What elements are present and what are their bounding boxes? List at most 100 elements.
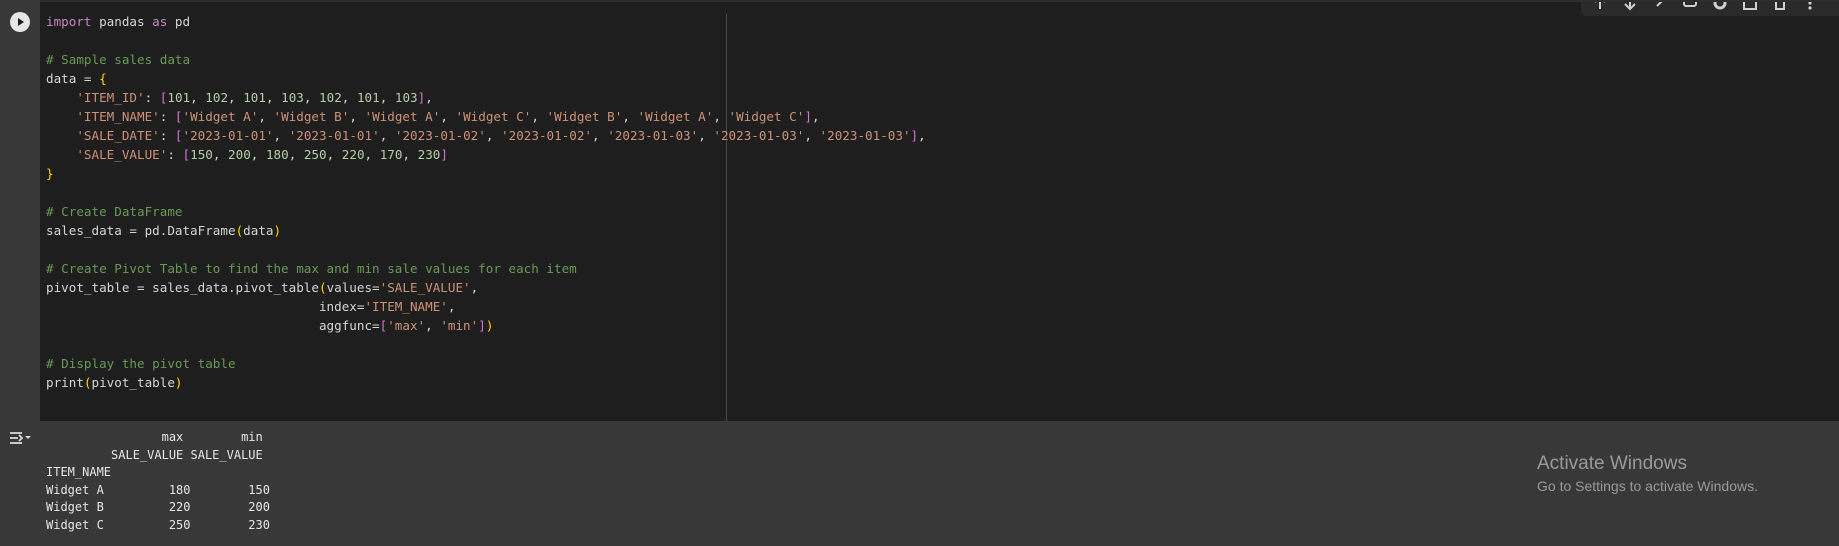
code-line: pivot_table = sales_data.pivot_table(val… <box>46 278 926 297</box>
code-token: , <box>379 90 395 105</box>
code-token: [ <box>174 128 183 143</box>
run-cell-button[interactable] <box>10 12 30 32</box>
code-token: , <box>440 109 456 124</box>
mirror-cell-icon[interactable] <box>1741 2 1759 12</box>
code-token: # Display the pivot table <box>46 356 236 371</box>
output-line: Widget C 250 230 <box>46 517 270 532</box>
code-token: 'SALE_VALUE' <box>379 280 471 295</box>
arrow-down-icon[interactable] <box>1621 2 1639 12</box>
cell-gutter <box>0 0 40 421</box>
code-token: , <box>698 128 714 143</box>
code-token: 200 <box>228 147 251 162</box>
code-token: pandas <box>91 14 153 29</box>
code-token: '2023-01-03' <box>713 128 805 143</box>
code-line: data = { <box>46 69 926 88</box>
code-token: pivot_table <box>91 375 175 390</box>
code-token: , <box>592 128 608 143</box>
code-token: 'ITEM_ID' <box>76 90 145 105</box>
code-token: , <box>273 128 289 143</box>
output-line: Widget B 220 200 <box>46 500 270 515</box>
code-token: 180 <box>265 147 289 162</box>
output-actions-icon[interactable] <box>8 429 32 447</box>
code-token: , <box>622 109 638 124</box>
more-icon[interactable] <box>1801 2 1819 12</box>
code-token: 150 <box>190 147 213 162</box>
code-line: # Create Pivot Table to find the max and… <box>46 259 926 278</box>
code-token: 'Widget B' <box>273 109 350 124</box>
code-token: 103 <box>394 90 418 105</box>
code-token: : <box>159 109 175 124</box>
code-token: data <box>243 223 274 238</box>
code-token: 101 <box>243 90 266 105</box>
code-token: : <box>167 147 183 162</box>
code-token: , <box>402 147 418 162</box>
code-token: 'Widget C' <box>455 109 532 124</box>
code-token: , <box>918 128 926 143</box>
code-token: 103 <box>281 90 304 105</box>
code-token: , <box>811 109 820 124</box>
code-line: 'SALE_DATE': ['2023-01-01', '2023-01-01'… <box>46 126 926 145</box>
code-token: 'Widget C' <box>728 109 805 124</box>
code-token: print <box>46 375 84 390</box>
code-token: 'max' <box>387 318 426 333</box>
code-token: , <box>349 109 365 124</box>
code-line: aggfunc=['max', 'min']) <box>46 316 926 335</box>
code-token: , <box>425 318 441 333</box>
code-token: # Create Pivot Table to find the max and… <box>46 261 577 276</box>
code-token: as <box>152 14 168 29</box>
code-token: , <box>326 147 342 162</box>
code-line: import pandas as pd <box>46 12 926 31</box>
output-text: max min SALE_VALUE SALE_VALUE ITEM_NAME Wi… <box>46 429 270 535</box>
link-icon[interactable] <box>1651 2 1669 12</box>
delete-icon[interactable] <box>1771 2 1789 12</box>
code-token: pivot_table = sales_data.pivot_table <box>46 280 319 295</box>
code-token: # Create DataFrame <box>46 204 183 219</box>
code-token: 170 <box>379 147 403 162</box>
code-token: '2023-01-02' <box>394 128 486 143</box>
code-token: , <box>447 299 456 314</box>
code-token: 'Widget B' <box>546 109 623 124</box>
code-line: 'ITEM_ID': [101, 102, 101, 103, 102, 101… <box>46 88 926 107</box>
watermark-subtitle: Go to Settings to activate Windows. <box>1537 478 1758 494</box>
watermark-title: Activate Windows <box>1537 453 1687 474</box>
code-line: # Create DataFrame <box>46 202 926 221</box>
gear-icon[interactable] <box>1711 2 1729 12</box>
code-token: data = <box>46 71 100 86</box>
code-line: } <box>46 164 926 183</box>
arrow-up-icon[interactable] <box>1591 2 1609 12</box>
code-token: , <box>379 128 395 143</box>
code-token: , <box>288 147 304 162</box>
code-token: '2023-01-03' <box>607 128 699 143</box>
code-token: '2023-01-02' <box>501 128 593 143</box>
code-block[interactable]: import pandas as pd # Sample sales data d… <box>46 12 926 392</box>
code-token: 'min' <box>440 318 479 333</box>
code-token: 'ITEM_NAME' <box>364 299 448 314</box>
code-editor[interactable]: import pandas as pd # Sample sales data d… <box>40 0 1839 423</box>
code-token: , <box>425 90 433 105</box>
code-token: : <box>159 128 175 143</box>
code-token: , <box>265 90 282 105</box>
code-token: , <box>341 90 357 105</box>
code-token: ] <box>440 147 448 162</box>
code-token: 102 <box>205 90 229 105</box>
code-token: 101 <box>356 90 380 105</box>
code-token: { <box>99 71 107 86</box>
code-token: , <box>485 128 502 143</box>
code-token: 101 <box>167 90 191 105</box>
code-token: 'SALE_DATE' <box>76 128 160 143</box>
code-token: 250 <box>303 147 327 162</box>
code-token: # Sample sales data <box>46 52 191 67</box>
code-token: sales_data = pd.DataFrame <box>46 223 236 238</box>
code-token: , <box>470 280 479 295</box>
output-line: ITEM_NAME <box>46 465 112 480</box>
code-token: index= <box>46 299 365 314</box>
code-line: 'ITEM_NAME': ['Widget A', 'Widget B', 'W… <box>46 107 926 126</box>
code-token: , <box>190 90 206 105</box>
code-token: , <box>212 147 229 162</box>
code-token: } <box>46 166 54 181</box>
code-token: ) <box>174 375 183 390</box>
code-token: , <box>250 147 266 162</box>
comment-icon[interactable] <box>1681 2 1699 12</box>
code-token: ] <box>804 109 812 124</box>
